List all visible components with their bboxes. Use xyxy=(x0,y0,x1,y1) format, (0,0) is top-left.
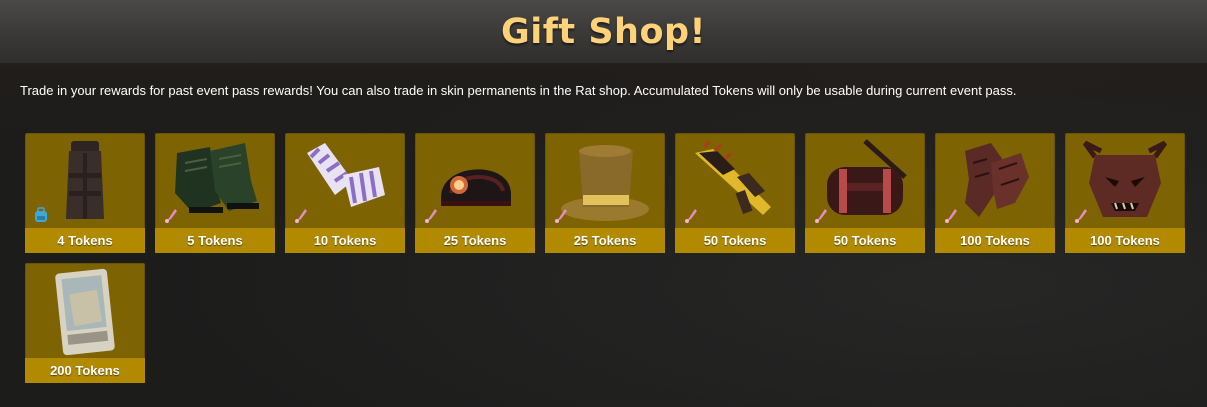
price-label: 50 Tokens xyxy=(805,228,925,253)
price-label: 100 Tokens xyxy=(935,228,1055,253)
brush-icon xyxy=(295,209,307,223)
brush-icon xyxy=(1075,209,1087,223)
brush-icon xyxy=(685,209,697,223)
brush-icon xyxy=(425,209,437,223)
header-bar: Gift Shop! xyxy=(0,0,1207,63)
shop-description: Trade in your rewards for past event pas… xyxy=(20,83,1017,98)
price-label: 25 Tokens xyxy=(415,228,535,253)
price-label: 25 Tokens xyxy=(545,228,665,253)
price-label: 50 Tokens xyxy=(675,228,795,253)
shop-item[interactable]: 10 Tokens xyxy=(285,133,405,253)
shop-item[interactable]: 25 Tokens xyxy=(545,133,665,253)
price-label: 4 Tokens xyxy=(25,228,145,253)
backpack-icon xyxy=(35,207,47,222)
brush-icon xyxy=(815,209,827,223)
shop-item[interactable]: 50 Tokens xyxy=(675,133,795,253)
price-label: 200 Tokens xyxy=(25,358,145,383)
price-label: 100 Tokens xyxy=(1065,228,1185,253)
brush-icon xyxy=(555,209,567,223)
brush-icon xyxy=(165,209,177,223)
shop-item[interactable]: 100 Tokens xyxy=(935,133,1055,253)
shop-item[interactable]: 50 Tokens xyxy=(805,133,925,253)
item-grid: 4 Tokens 5 Tokens 10 Tokens 25 Tokens 25… xyxy=(25,133,1185,383)
shop-item[interactable]: 5 Tokens xyxy=(155,133,275,253)
shop-item[interactable]: 4 Tokens xyxy=(25,133,145,253)
brush-icon xyxy=(945,209,957,223)
shop-item[interactable]: 25 Tokens xyxy=(415,133,535,253)
shop-item[interactable]: 200 Tokens xyxy=(25,263,145,383)
unlock-card-icon xyxy=(55,268,115,356)
price-label: 5 Tokens xyxy=(155,228,275,253)
page-title: Gift Shop! xyxy=(500,11,707,52)
shop-item[interactable]: 100 Tokens xyxy=(1065,133,1185,253)
price-label: 10 Tokens xyxy=(285,228,405,253)
